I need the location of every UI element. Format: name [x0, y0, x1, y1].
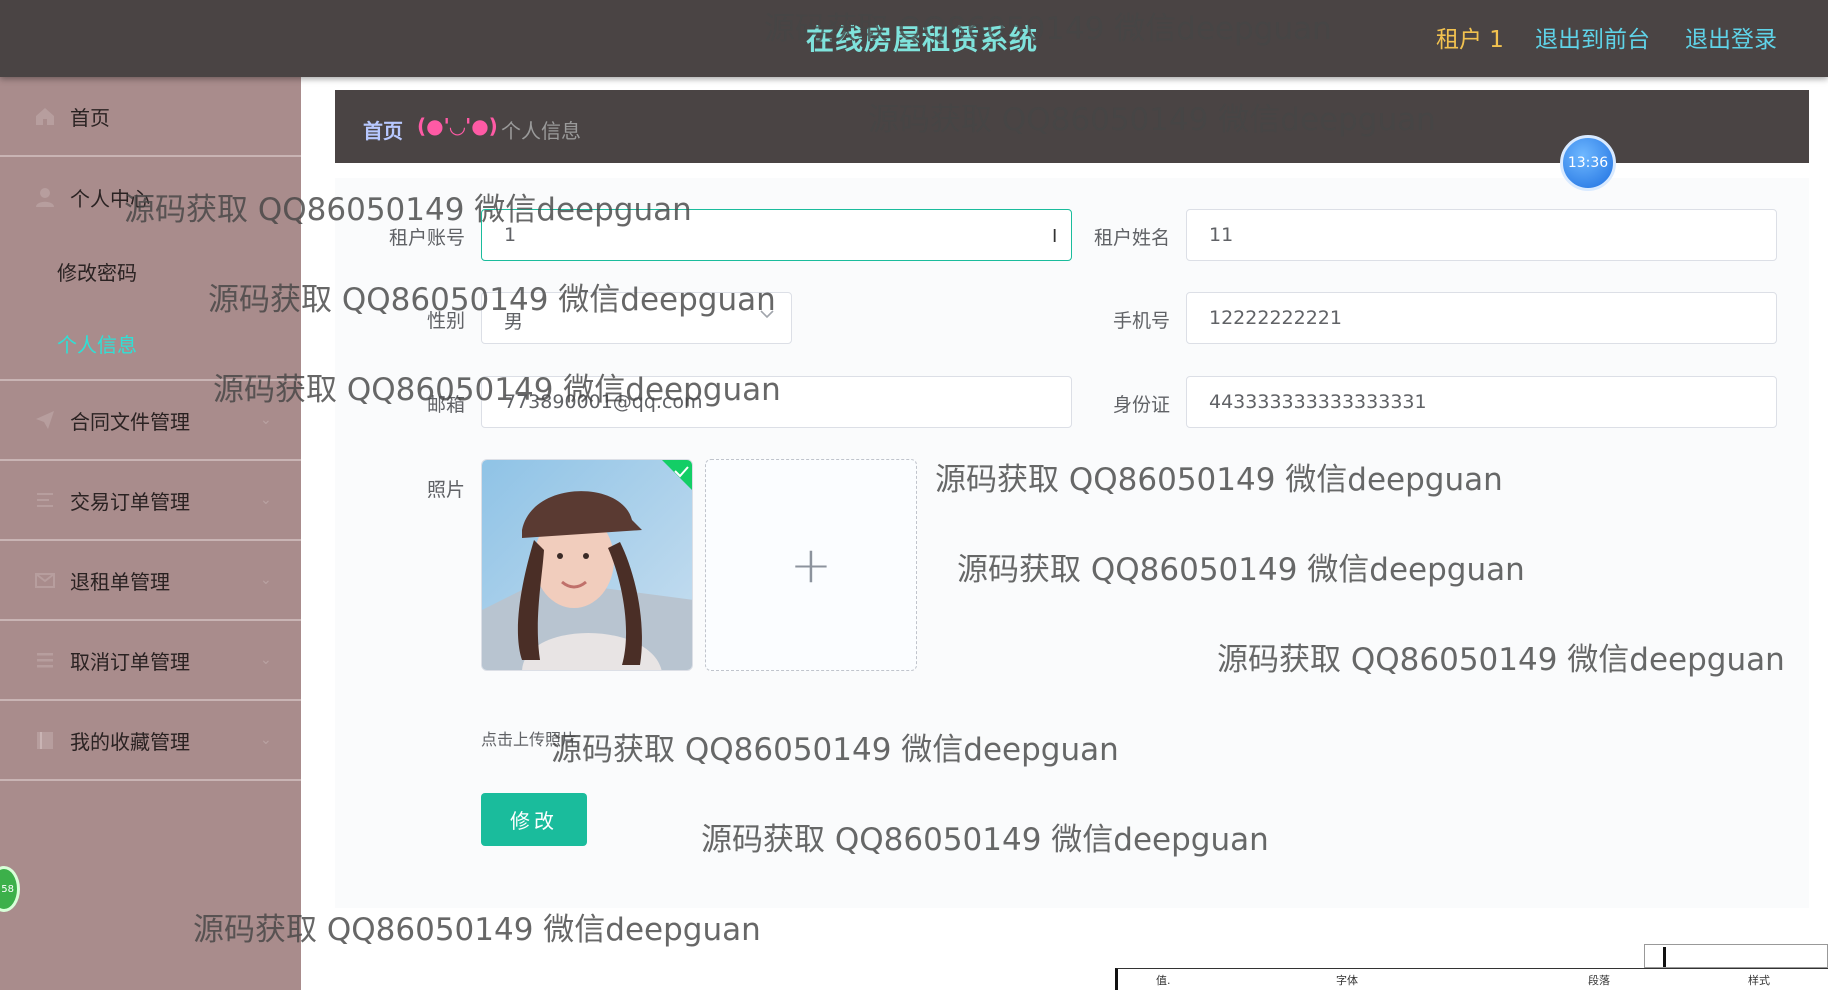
chevron-down-icon: ⌄ — [260, 572, 272, 588]
toolbar-label: 样式 — [1748, 974, 1770, 987]
chevron-down-icon: ⌄ — [260, 492, 272, 508]
editor-fragment-box — [1644, 944, 1828, 968]
book-icon — [34, 729, 56, 751]
sidebar-item-label: 取消订单管理 — [70, 649, 190, 674]
phone-label: 手机号 — [1112, 310, 1170, 332]
photo-upload-box[interactable]: + — [705, 459, 917, 671]
sidebar-item-trade-orders[interactable]: 交易订单管理 ⌄ — [0, 461, 301, 541]
email-input[interactable] — [481, 376, 1072, 428]
app-title: 在线房屋租赁系统 — [806, 23, 1039, 56]
sidebar-item-label: 我的收藏管理 — [70, 729, 190, 754]
upload-tip: 点击上传照片 — [481, 730, 578, 749]
breadcrumb-current: 个人信息 — [501, 119, 581, 143]
sidebar-subitem-personal-info[interactable]: 个人信息 — [57, 329, 137, 358]
mail-icon — [34, 569, 56, 591]
sidebar-item-label: 个人中心 — [70, 186, 150, 211]
breadcrumb-separator: (●'◡'●) — [417, 114, 498, 138]
name-label: 租户姓名 — [1093, 227, 1170, 249]
toolbar-label: 段落 — [1588, 974, 1610, 987]
phone-input[interactable] — [1186, 292, 1777, 344]
chevron-down-icon: ⌄ — [260, 652, 272, 668]
sidebar-item-label: 退租单管理 — [70, 569, 170, 594]
chevron-down-icon: ⌄ — [260, 412, 272, 428]
list-icon — [34, 489, 56, 511]
sidebar-item-home[interactable]: 首页 — [0, 77, 301, 157]
account-input[interactable] — [481, 209, 1072, 261]
sidebar-item-rent-return[interactable]: 退租单管理 ⌄ — [0, 541, 301, 621]
chevron-down-icon: ⌄ — [260, 732, 272, 748]
text-cursor-icon: I — [1052, 226, 1058, 247]
current-user: 租户 1 — [1436, 27, 1504, 53]
sidebar-item-label: 合同文件管理 — [70, 409, 190, 434]
logout-link[interactable]: 退出登录 — [1685, 20, 1777, 54]
top-bar: 在线房屋租赁系统 租户 1 退出到前台 退出登录 — [0, 0, 1828, 77]
home-icon — [34, 105, 56, 127]
editor-toolbar-fragment: 值. 字体 段落 样式 — [1115, 968, 1828, 990]
toolbar-label: 值. — [1156, 974, 1171, 987]
sidebar-item-personal-center[interactable]: 个人中心 — [0, 157, 301, 237]
user-icon — [34, 186, 56, 208]
gender-select[interactable]: 男 — [481, 292, 792, 344]
name-input[interactable] — [1186, 209, 1777, 261]
toolbar-label: 字体 — [1336, 974, 1358, 987]
exit-to-front-link[interactable]: 退出到前台 — [1535, 20, 1650, 54]
sidebar-item-favorites[interactable]: 我的收藏管理 ⌄ — [0, 701, 301, 781]
sidebar-item-label: 交易订单管理 — [70, 489, 190, 514]
chevron-down-icon — [759, 306, 775, 326]
send-icon — [34, 409, 56, 431]
profile-photo[interactable] — [481, 459, 693, 671]
sidebar-item-contract-files[interactable]: 合同文件管理 ⌄ — [0, 381, 301, 461]
sidebar: 首页 个人中心 修改密码 个人信息 合同文件管理 ⌄ 交易订单管理 ⌄ 退租单管… — [0, 77, 301, 990]
idcard-label: 身份证 — [1112, 394, 1170, 416]
plus-icon: + — [790, 536, 832, 594]
account-label: 租户账号 — [388, 227, 465, 249]
clock-badge[interactable]: 13:36 — [1560, 135, 1616, 191]
breadcrumb-home[interactable]: 首页 — [363, 115, 403, 144]
email-label: 邮箱 — [426, 394, 465, 416]
idcard-input[interactable] — [1186, 376, 1777, 428]
sidebar-item-cancel-orders[interactable]: 取消订单管理 ⌄ — [0, 621, 301, 701]
sidebar-item-label: 首页 — [70, 105, 110, 130]
submit-button[interactable]: 修改 — [481, 793, 587, 846]
sidebar-subitem-change-password[interactable]: 修改密码 — [57, 257, 137, 286]
photo-label: 照片 — [426, 479, 465, 501]
gender-label: 性别 — [426, 310, 465, 332]
gender-select-value: 男 — [504, 311, 524, 333]
menu-icon — [34, 649, 56, 671]
